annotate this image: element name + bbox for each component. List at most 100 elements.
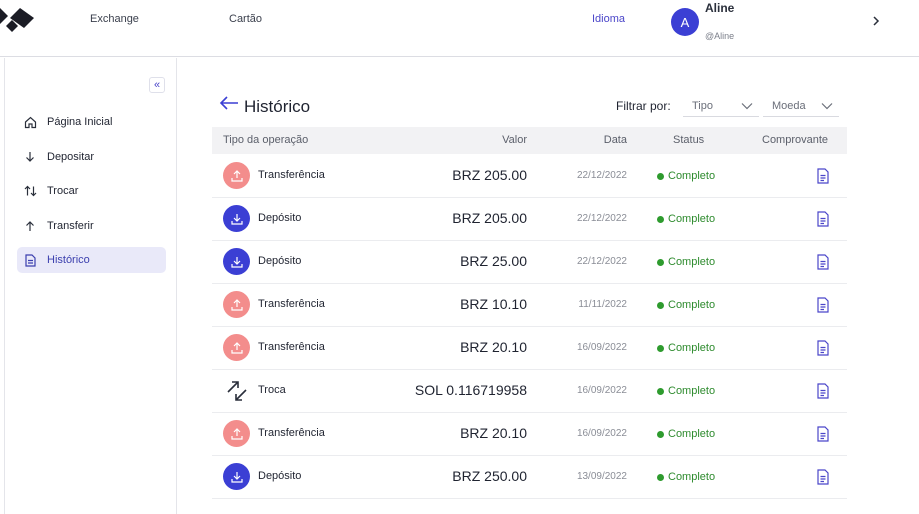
receipt-icon[interactable] xyxy=(816,297,830,313)
receipt-icon[interactable] xyxy=(816,426,830,442)
page-title: Histórico xyxy=(244,97,311,116)
operation-value: BRZ 205.00 xyxy=(452,167,527,183)
column-header-data: Data xyxy=(603,134,627,146)
sidebar-item-historico[interactable]: Histórico xyxy=(17,247,166,273)
status-text: Completo xyxy=(668,213,716,225)
filter-moeda-select[interactable]: Moeda xyxy=(763,96,839,117)
sidebar-item-trocar[interactable]: Trocar xyxy=(17,178,166,204)
receipt-icon[interactable] xyxy=(816,469,830,485)
table-row[interactable]: Transferência BRZ 20.10 16/09/2022 Completo xyxy=(212,413,847,456)
status-badge: Completo xyxy=(657,299,715,311)
chevron-right-icon[interactable] xyxy=(870,13,882,29)
avatar[interactable]: A xyxy=(671,8,699,36)
status-dot-icon xyxy=(657,473,664,481)
table-row[interactable]: Transferência BRZ 10.10 11/11/2022 Completo xyxy=(212,284,847,327)
sidebar-item-transferir[interactable]: Transferir xyxy=(17,213,166,239)
sidebar-item-label: Depositar xyxy=(47,151,95,163)
operation-value: BRZ 250.00 xyxy=(452,468,527,484)
operation-type: Depósito xyxy=(258,212,302,224)
table-row[interactable]: Depósito BRZ 250.00 13/09/2022 Completo xyxy=(212,456,847,499)
main-content: Histórico Filtrar por: Tipo Moeda Tipo d… xyxy=(178,58,919,514)
operation-date: 22/12/2022 xyxy=(576,256,627,267)
back-arrow-icon[interactable] xyxy=(219,95,239,111)
sidebar-item-depositar[interactable]: Depositar xyxy=(17,144,166,170)
operation-date: 22/12/2022 xyxy=(576,170,627,181)
download-icon xyxy=(223,248,250,275)
column-header-comprovante: Comprovante xyxy=(762,134,829,146)
table-row[interactable]: Transferência BRZ 205.00 22/12/2022 Complet… xyxy=(212,155,847,198)
sidebar-item-label: Trocar xyxy=(47,185,79,197)
download-icon xyxy=(223,205,250,232)
nav-exchange-link[interactable]: Exchange xyxy=(90,13,139,25)
operation-type: Transferência xyxy=(258,298,325,310)
filter-moeda-value: Moeda xyxy=(772,100,806,112)
filter-tipo-value: Tipo xyxy=(692,100,713,112)
table-row[interactable]: Transferência BRZ 20.10 16/09/2022 Completo xyxy=(212,327,847,370)
status-text: Completo xyxy=(668,471,716,483)
nav-cartao-link[interactable]: Cartão xyxy=(229,13,262,25)
status-dot-icon xyxy=(657,301,664,309)
table-row[interactable]: Troca SOL 0.116719958 16/09/2022 Completo xyxy=(212,370,847,413)
home-icon xyxy=(23,115,37,129)
operation-value: BRZ 205.00 xyxy=(452,210,527,226)
operation-date: 16/09/2022 xyxy=(576,342,627,353)
column-header-status: Status xyxy=(673,134,705,146)
operation-value: BRZ 20.10 xyxy=(460,339,527,355)
operation-type: Transferência xyxy=(258,169,325,181)
status-badge: Completo xyxy=(657,256,715,268)
operation-value: BRZ 10.10 xyxy=(460,296,527,312)
operation-date: 16/09/2022 xyxy=(576,428,627,439)
upload-icon xyxy=(223,291,250,318)
upload-icon xyxy=(223,162,250,189)
operation-date: 22/12/2022 xyxy=(576,213,627,224)
sidebar: « Página Inicial Depositar Trocar Transf… xyxy=(4,58,177,514)
top-navigation-bar: Exchange Cartão Idioma A Aline @Aline xyxy=(0,0,919,57)
operation-value: BRZ 25.00 xyxy=(460,253,527,269)
status-badge: Completo xyxy=(657,428,715,440)
status-text: Completo xyxy=(668,256,716,268)
chevron-down-icon xyxy=(821,103,833,110)
status-dot-icon xyxy=(657,258,664,266)
table-header: Tipo da operação Valor Data Status Compr… xyxy=(212,127,847,154)
status-text: Completo xyxy=(668,385,716,397)
receipt-icon[interactable] xyxy=(816,383,830,399)
operation-type: Transferência xyxy=(258,427,325,439)
status-badge: Completo xyxy=(657,471,715,483)
sidebar-item-label: Histórico xyxy=(47,254,90,266)
collapse-sidebar-button[interactable]: « xyxy=(149,77,165,93)
download-icon xyxy=(223,463,250,490)
filter-tipo-select[interactable]: Tipo xyxy=(683,96,759,117)
language-selector[interactable]: Idioma xyxy=(592,13,625,25)
status-dot-icon xyxy=(657,387,664,395)
table-row[interactable]: Depósito BRZ 25.00 22/12/2022 Completo xyxy=(212,241,847,284)
status-badge: Completo xyxy=(657,385,715,397)
table-row[interactable]: Depósito BRZ 205.00 22/12/2022 Completo xyxy=(212,198,847,241)
status-badge: Completo xyxy=(657,213,715,225)
user-name: Aline xyxy=(705,1,735,15)
status-badge: Completo xyxy=(657,170,715,182)
receipt-icon[interactable] xyxy=(816,168,830,184)
logo-icon[interactable] xyxy=(0,4,40,36)
sidebar-item-pagina-inicial[interactable]: Página Inicial xyxy=(17,109,166,135)
operation-date: 11/11/2022 xyxy=(578,299,627,310)
sidebar-item-label: Página Inicial xyxy=(47,116,113,128)
status-dot-icon xyxy=(657,344,664,352)
operation-date: 16/09/2022 xyxy=(576,385,627,396)
chevron-down-icon xyxy=(741,103,753,110)
upload-icon xyxy=(223,334,250,361)
operation-value: BRZ 20.10 xyxy=(460,425,527,441)
arrow-up-icon xyxy=(23,219,37,233)
status-text: Completo xyxy=(668,299,716,311)
status-text: Completo xyxy=(668,170,716,182)
status-dot-icon xyxy=(657,215,664,223)
upload-icon xyxy=(223,420,250,447)
receipt-icon[interactable] xyxy=(816,340,830,356)
filter-label: Filtrar por: xyxy=(616,99,671,113)
receipt-icon[interactable] xyxy=(816,211,830,227)
receipt-icon[interactable] xyxy=(816,254,830,270)
status-dot-icon xyxy=(657,430,664,438)
document-icon xyxy=(23,253,37,267)
operation-type: Troca xyxy=(258,384,286,396)
operation-type: Depósito xyxy=(258,255,302,267)
status-text: Completo xyxy=(668,342,716,354)
